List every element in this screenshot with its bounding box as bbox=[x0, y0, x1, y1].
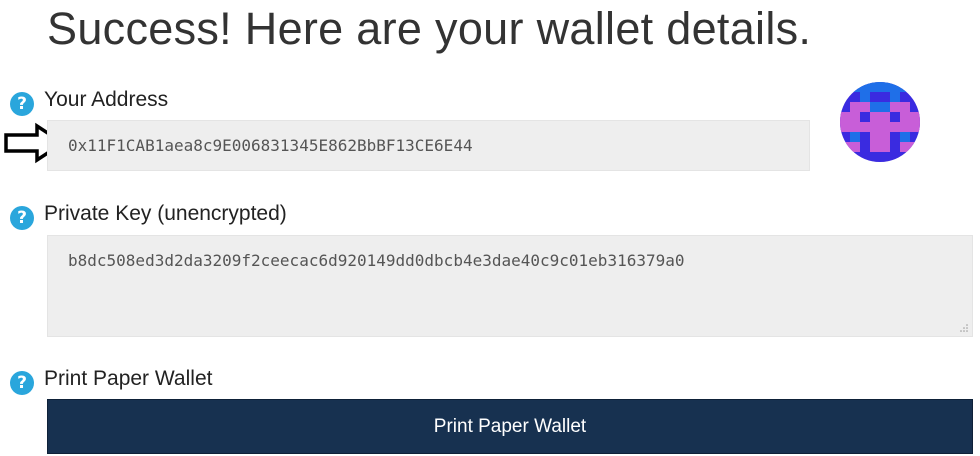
resize-grip-icon[interactable] bbox=[959, 323, 968, 332]
page-title: Success! Here are your wallet details. bbox=[47, 3, 812, 54]
help-question-icon[interactable]: ? bbox=[10, 92, 34, 116]
address-label: Your Address bbox=[44, 88, 169, 111]
identicon-avatar bbox=[840, 82, 920, 162]
private-key-value: b8dc508ed3d2da3209f2ceecac6d920149dd0dbc… bbox=[68, 251, 685, 270]
address-value: 0x11F1CAB1aea8c9E006831345E862BbBF13CE6E… bbox=[68, 136, 473, 155]
help-question-icon[interactable]: ? bbox=[10, 371, 34, 395]
wallet-details-page: Success! Here are your wallet details. ?… bbox=[0, 0, 980, 456]
address-field[interactable]: 0x11F1CAB1aea8c9E006831345E862BbBF13CE6E… bbox=[47, 120, 810, 171]
private-key-field[interactable]: b8dc508ed3d2da3209f2ceecac6d920149dd0dbc… bbox=[47, 235, 973, 337]
paper-wallet-label: Print Paper Wallet bbox=[44, 367, 213, 390]
private-key-label: Private Key (unencrypted) bbox=[44, 202, 287, 225]
print-paper-wallet-button[interactable]: Print Paper Wallet bbox=[47, 399, 973, 454]
help-question-icon[interactable]: ? bbox=[10, 206, 34, 230]
